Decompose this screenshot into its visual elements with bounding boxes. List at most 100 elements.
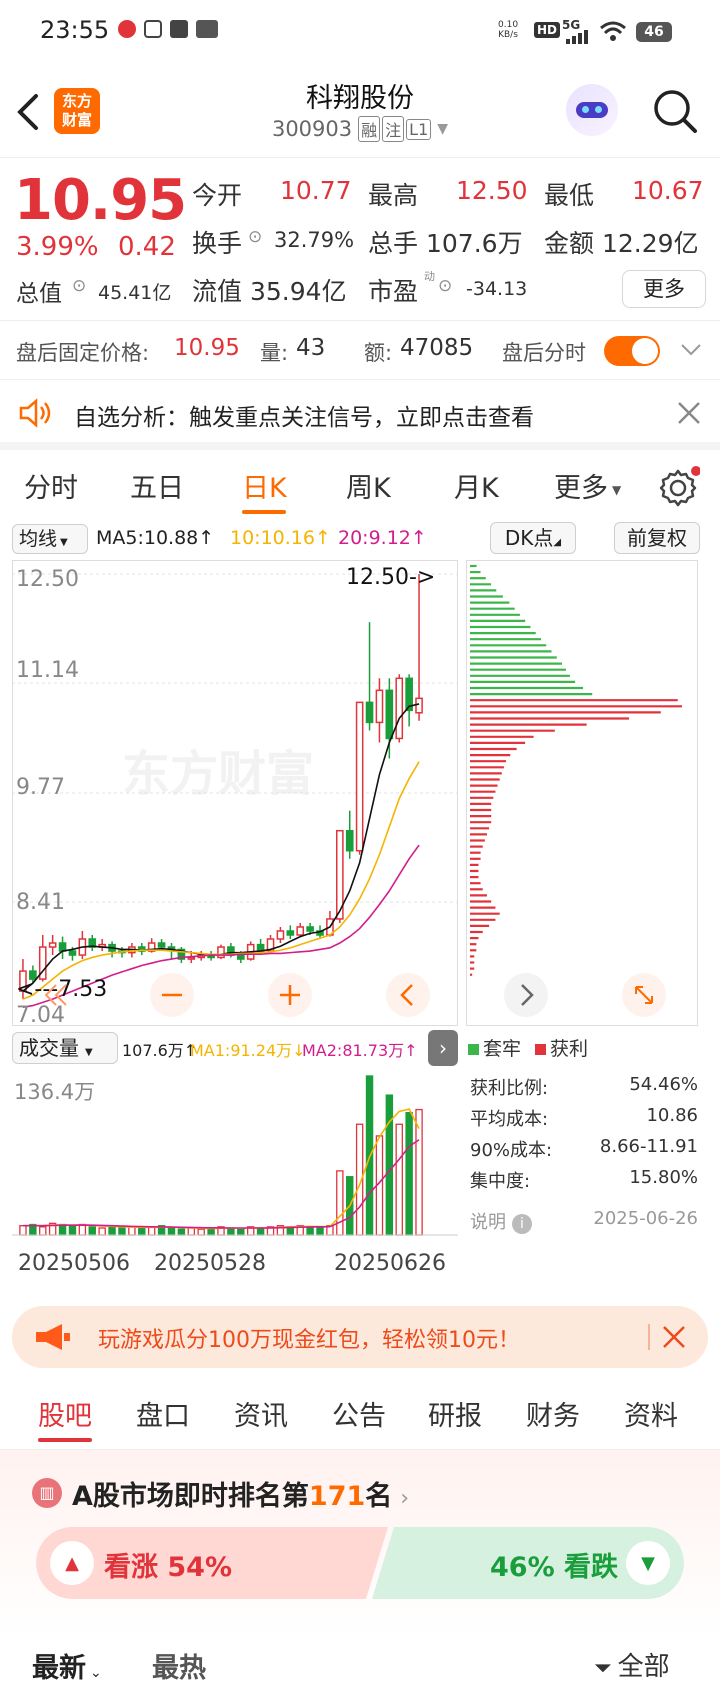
turnover-label: 换手	[192, 229, 243, 258]
candle-body	[58, 942, 67, 952]
volume-bar	[395, 1123, 403, 1236]
tab-announcements[interactable]: 公告	[332, 1394, 386, 1433]
notice-text: 自选分析：触发重点关注信号，立即点击查看	[74, 405, 534, 431]
volume-selector[interactable]: 成交量 ▼	[12, 1032, 118, 1064]
kline-chart[interactable]: 东方财富 12.50 11.14 9.77 8.41 7.04 12.50-> …	[12, 560, 458, 1026]
volume-bar	[385, 1094, 394, 1236]
info-icon[interactable]: ⊙	[438, 276, 452, 296]
more-button[interactable]: 更多	[622, 270, 706, 308]
tab-5day[interactable]: 五日	[130, 466, 184, 505]
ai-assistant-avatar[interactable]	[566, 84, 618, 136]
speaker-icon	[19, 398, 51, 428]
bullish-label: 看涨 54%	[104, 1552, 233, 1583]
promo-divider	[648, 1324, 650, 1350]
signal-bars-icon	[566, 30, 588, 44]
stat-value: 15.80%	[629, 1167, 698, 1188]
float-label: 流值	[192, 277, 243, 306]
chip-distribution-chart[interactable]	[466, 560, 698, 1026]
stock-header: 东方 财富 科翔股份 300903 融 注 L1 ▼	[0, 66, 720, 158]
high-value: 12.50	[456, 176, 528, 205]
tab-news[interactable]: 资讯	[234, 1394, 288, 1433]
after-hours-toggle[interactable]	[604, 336, 660, 366]
legend-loss-label: 套牢	[483, 1038, 522, 1060]
notice-bar[interactable]: 自选分析：触发重点关注信号，立即点击查看	[0, 380, 720, 450]
sentiment-vote: ▲ 看涨 54% 46% 看跌 ▼	[36, 1527, 684, 1599]
dk-point-button[interactable]: DK点◢	[490, 522, 576, 554]
content-tabs: 股吧 盘口 资讯 公告 研报 财务 资料	[0, 1380, 720, 1450]
promo-banner[interactable]: 玩游戏瓜分100万现金红包，轻松领10元！	[12, 1306, 708, 1368]
ma-selector[interactable]: 均线 ▼	[12, 524, 88, 554]
adjust-button[interactable]: 前复权	[614, 522, 700, 554]
volume-bar	[177, 1228, 186, 1236]
volume-chart[interactable]: 136.4万 20250506 20250528 20250626	[12, 1068, 458, 1296]
wifi-icon	[600, 21, 626, 41]
feed-tab-latest[interactable]: 最新 ⌄	[32, 1646, 102, 1685]
candle-body	[217, 946, 225, 959]
tab-guba[interactable]: 股吧	[38, 1394, 92, 1433]
volume-value: 107.6万	[426, 229, 523, 258]
feed-filter[interactable]: ⏷ 全部	[594, 1646, 670, 1683]
stat-avg-cost: 平均成本: 10.86	[470, 1105, 698, 1136]
close-icon[interactable]	[662, 1325, 686, 1349]
caret-down-icon: ▼	[60, 537, 68, 548]
candle-body	[345, 829, 354, 852]
feed-tab-hot[interactable]: 最热	[152, 1646, 206, 1685]
bearish-button[interactable]: ▼	[626, 1541, 670, 1585]
volume-bar	[167, 1227, 176, 1236]
stat-concentration: 集中度: 15.80%	[470, 1167, 698, 1198]
close-icon[interactable]	[676, 400, 702, 426]
tag-level1: L1	[406, 118, 432, 140]
info-icon[interactable]: ⊙	[72, 276, 86, 296]
float-value: 35.94亿	[250, 277, 347, 306]
rank-text[interactable]: A股市场即时排名第171名 ›	[72, 1474, 409, 1513]
indicator-expand-button[interactable]: ›	[428, 1030, 458, 1066]
date-label-2: 20250626	[334, 1251, 446, 1276]
tab-profile[interactable]: 资料	[624, 1394, 678, 1433]
candle-body	[276, 930, 285, 940]
mktcap-label: 总值	[16, 281, 62, 307]
chevron-down-icon[interactable]	[680, 343, 702, 357]
tab-orderbook[interactable]: 盘口	[136, 1394, 190, 1433]
bullish-button[interactable]: ▲	[50, 1541, 94, 1585]
dk-point-label: DK点	[504, 526, 554, 550]
search-icon[interactable]	[652, 88, 698, 134]
chip-next-button[interactable]	[504, 973, 548, 1017]
tab-monthly-k[interactable]: 月K	[454, 466, 499, 505]
expand-icon[interactable]	[622, 973, 666, 1017]
tab-finance[interactable]: 财务	[526, 1394, 580, 1433]
volume-label: 总手	[368, 229, 419, 258]
low-value: 10.67	[632, 176, 704, 205]
tab-more[interactable]: 更多 ▼	[554, 466, 621, 505]
tab-research[interactable]: 研报	[428, 1394, 482, 1433]
candle-body	[395, 677, 404, 740]
after-hours-amt: 47085	[400, 335, 474, 361]
after-hours-bar: 盘后固定价格: 10.95 量: 43 额: 47085 盘后分时	[0, 320, 720, 380]
info-icon[interactable]: ⊙	[248, 227, 262, 247]
chevron-down-icon: ⌄	[90, 1665, 102, 1681]
zoom-in-button[interactable]	[268, 973, 312, 1017]
change-percent: 3.99%	[16, 232, 99, 262]
app-leaf-icon	[144, 20, 162, 38]
tag-margin: 融	[358, 116, 381, 142]
tab-intraday[interactable]: 分时	[24, 466, 78, 505]
prev-button[interactable]	[386, 973, 430, 1017]
chip-note-row[interactable]: 说明 i 2025-06-26	[470, 1208, 698, 1234]
tab-daily-k[interactable]: 日K	[242, 466, 287, 505]
volume-ma2: MA2:81.73万↑	[302, 1041, 418, 1060]
mktcap-value: 45.41亿	[98, 282, 172, 304]
tab-weekly-k[interactable]: 周K	[346, 466, 391, 505]
settings-gear-icon[interactable]	[658, 466, 700, 508]
ma10-value: 10:10.16↑	[230, 527, 331, 549]
info-icon: i	[512, 1214, 532, 1234]
after-hours-amt-label: 额:	[364, 341, 393, 365]
volume-bar	[58, 1223, 67, 1236]
legend-loss-swatch	[468, 1044, 479, 1055]
down-triangle-icon: ▼	[641, 1552, 655, 1574]
after-hours-label: 盘后固定价格:	[16, 341, 150, 365]
net-speed: 0.10 KB/s	[498, 20, 519, 40]
date-label-1: 20250528	[154, 1251, 266, 1276]
candle-body	[375, 689, 384, 724]
zoom-out-button[interactable]	[150, 973, 194, 1017]
volume-ma1: MA1:91.24万↓	[190, 1041, 306, 1060]
volume-bar	[138, 1227, 146, 1236]
